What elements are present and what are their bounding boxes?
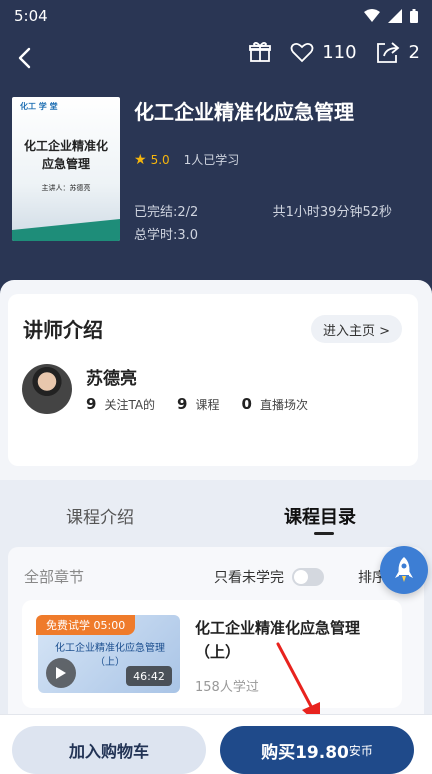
lesson-duration: 46:42 bbox=[126, 666, 172, 686]
course-title: 化工企业精准化应急管理 bbox=[134, 100, 354, 124]
gift-icon bbox=[249, 41, 272, 62]
enter-homepage-button[interactable]: 进入主页 > bbox=[310, 315, 402, 343]
courses-count: 9 bbox=[177, 395, 188, 413]
share-icon bbox=[376, 42, 399, 63]
play-icon bbox=[56, 667, 66, 679]
teacher-card: 讲师介绍 进入主页 > 苏德亮 9 关注TA的 9 课程 0 直播场次 bbox=[8, 294, 418, 466]
status-bar: 5:04 bbox=[0, 0, 432, 32]
rating-score: 5.0 bbox=[150, 152, 170, 167]
total-duration: 共1小时39分钟52秒 bbox=[272, 205, 392, 220]
cover-lecturer: 主讲人：苏德亮 bbox=[41, 184, 91, 192]
buy-button[interactable]: 购买19.80 安币 bbox=[220, 726, 414, 774]
like-count: 110 bbox=[322, 41, 357, 63]
learner-count: 1人已学习 bbox=[183, 153, 240, 167]
heart-icon bbox=[290, 42, 314, 63]
share-count: 2 bbox=[408, 41, 420, 63]
course-rating: ★ 5.0 1人已学习 bbox=[134, 151, 239, 168]
cover-logo: 化工 学 堂 bbox=[20, 102, 58, 111]
teacher-name: 苏德亮 bbox=[86, 369, 137, 389]
only-unlearned-label: 只看未学完 bbox=[214, 570, 284, 586]
star-icon: ★ bbox=[134, 151, 147, 168]
rocket-fab-button[interactable] bbox=[380, 546, 428, 594]
like-button[interactable]: 110 bbox=[290, 41, 357, 63]
courses-stat: 9 课程 bbox=[177, 395, 219, 413]
add-to-cart-button[interactable]: 加入购物车 bbox=[12, 726, 206, 774]
live-count: 0 bbox=[241, 395, 252, 413]
signal-icon bbox=[388, 9, 402, 23]
top-nav: 110 2 bbox=[0, 36, 432, 80]
teacher-heading: 讲师介绍 bbox=[23, 318, 103, 342]
followers-stat: 9 关注TA的 bbox=[86, 395, 155, 413]
followers-label: 关注TA的 bbox=[104, 398, 156, 412]
status-time: 5:04 bbox=[14, 7, 48, 25]
wifi-icon bbox=[364, 9, 380, 22]
course-header: 5:04 110 2 化工 学 堂 化工企业精准化 应急管理 主讲人：苏德亮 化… bbox=[0, 0, 432, 300]
lesson-learner-count: 158人学过 bbox=[195, 680, 259, 695]
courses-label: 课程 bbox=[195, 398, 220, 412]
all-chapters-label: 全部章节 bbox=[24, 568, 85, 586]
tab-course-catalog[interactable]: 课程目录 bbox=[284, 503, 356, 529]
total-study-hours: 总学时:3.0 bbox=[134, 228, 199, 243]
cover-title: 化工企业精准化 应急管理 bbox=[12, 137, 120, 173]
cover-decoration bbox=[12, 219, 120, 241]
battery-icon bbox=[410, 9, 418, 23]
live-stat: 0 直播场次 bbox=[242, 395, 308, 413]
back-button[interactable] bbox=[8, 42, 40, 74]
chevron-left-icon bbox=[18, 47, 31, 69]
cover-title-line1: 化工企业精准化 bbox=[23, 139, 108, 153]
status-icons bbox=[364, 9, 418, 23]
active-tab-indicator bbox=[314, 532, 334, 535]
tab-course-intro[interactable]: 课程介绍 bbox=[66, 503, 134, 528]
free-trial-badge: 免费试学 05:00 bbox=[36, 615, 136, 635]
gift-button[interactable] bbox=[248, 40, 272, 64]
cover-title-line2: 应急管理 bbox=[41, 157, 90, 171]
play-button[interactable] bbox=[46, 658, 76, 688]
buy-price-label: 购买19.80 bbox=[261, 742, 349, 763]
teacher-stats: 9 关注TA的 9 课程 0 直播场次 bbox=[86, 395, 308, 413]
only-unlearned-toggle[interactable] bbox=[292, 568, 324, 586]
only-unlearned-filter[interactable]: 只看未学完 bbox=[214, 567, 324, 587]
teacher-avatar[interactable] bbox=[22, 364, 72, 414]
followers-count: 9 bbox=[86, 395, 97, 413]
live-label: 直播场次 bbox=[259, 398, 308, 412]
lesson-title[interactable]: 化工企业精准化应急管理（上） bbox=[195, 616, 385, 664]
completion-progress: 已完结:2/2 bbox=[134, 205, 199, 220]
share-button[interactable]: 2 bbox=[375, 40, 420, 64]
buy-currency-unit: 安币 bbox=[348, 743, 373, 758]
rocket-icon bbox=[395, 557, 413, 582]
course-cover: 化工 学 堂 化工企业精准化 应急管理 主讲人：苏德亮 bbox=[12, 97, 120, 241]
